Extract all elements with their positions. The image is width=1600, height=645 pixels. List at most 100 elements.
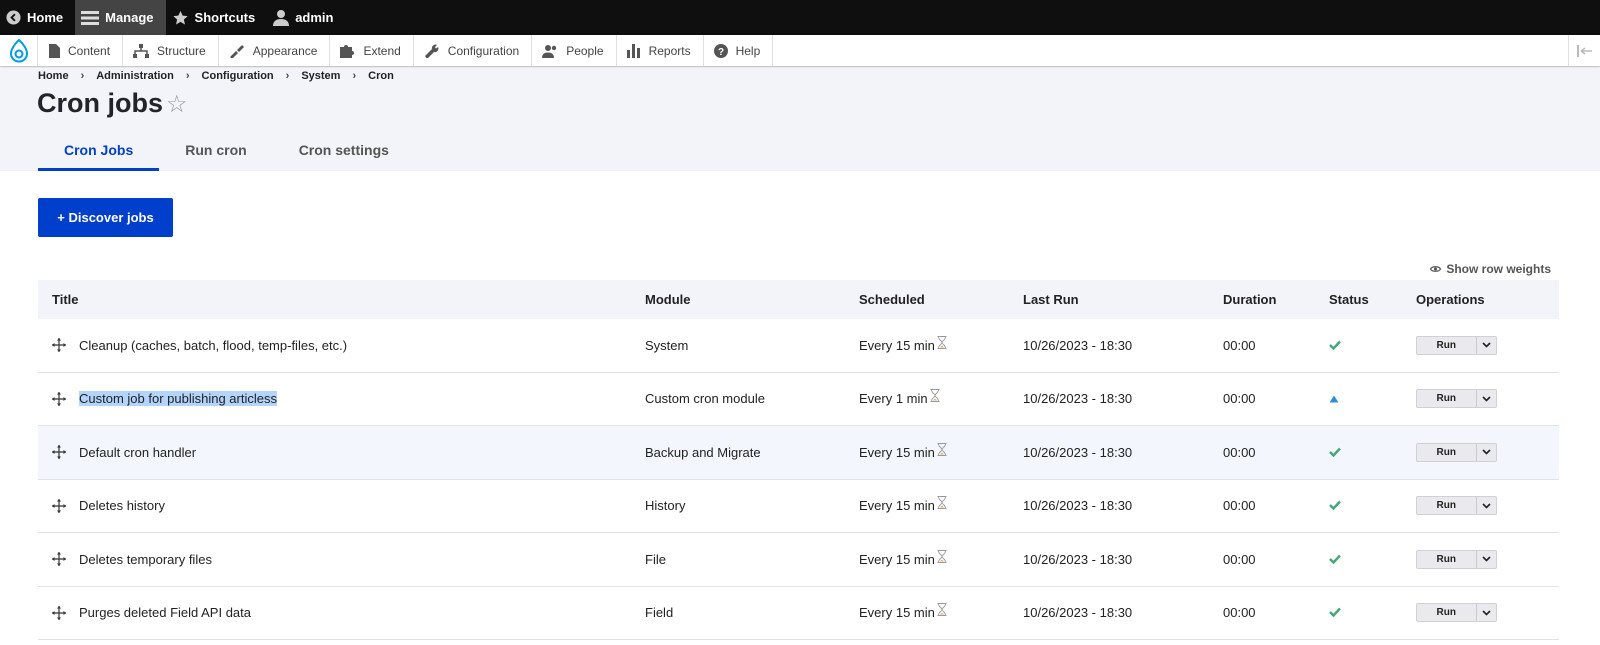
column-header-operations: Operations <box>1416 292 1485 307</box>
title-cell: Deletes history <box>52 498 165 513</box>
hourglass-icon <box>937 496 947 510</box>
triangle-up-icon <box>1329 395 1339 403</box>
drag-handle-icon[interactable] <box>52 391 66 406</box>
hourglass-icon <box>937 549 947 563</box>
tray-item-label: Extend <box>363 43 401 58</box>
tray-item-extend[interactable]: Extend <box>330 35 414 66</box>
shortcuts-link[interactable]: Shortcuts <box>166 0 268 35</box>
job-module: System <box>645 337 689 353</box>
manage-label: Manage <box>105 10 154 25</box>
job-scheduled: Every 15 min <box>859 551 935 567</box>
job-scheduled: Every 1 min <box>859 391 928 407</box>
breadcrumb-administration[interactable]: Administration <box>96 70 174 82</box>
breadcrumb-system[interactable]: System <box>301 70 340 82</box>
page-title: Cron jobs <box>37 88 163 118</box>
operations-cell: Run <box>1416 389 1497 409</box>
operations-cell: Run <box>1416 549 1497 569</box>
job-scheduled: Every 15 min <box>859 444 935 460</box>
chevron-down-icon <box>1482 342 1491 348</box>
brush-icon <box>229 44 244 58</box>
breadcrumb-configuration[interactable]: Configuration <box>202 70 274 82</box>
operations-toggle[interactable] <box>1475 550 1497 568</box>
collapse-icon <box>1576 44 1592 57</box>
scheduled-cell: Every 15 min <box>859 335 947 353</box>
tray-item-configuration[interactable]: Configuration <box>414 35 533 66</box>
tray-item-structure[interactable]: Structure <box>123 35 219 66</box>
job-module: File <box>645 551 666 567</box>
show-row-weights-label: Show row weights <box>1446 262 1551 276</box>
drupal-logo[interactable] <box>0 35 38 66</box>
help-icon: ? <box>713 43 728 58</box>
drag-handle-icon[interactable] <box>52 552 66 567</box>
job-last-run: 10/26/2023 - 18:30 <box>1023 605 1133 621</box>
user-label: admin <box>295 10 334 25</box>
operations-toggle[interactable] <box>1475 604 1497 622</box>
breadcrumb-cron[interactable]: Cron <box>368 70 394 82</box>
drag-handle-icon[interactable] <box>52 498 66 513</box>
operations-toggle[interactable] <box>1475 443 1497 461</box>
job-duration: 00:00 <box>1223 391 1256 407</box>
discover-jobs-button[interactable]: + Discover jobs <box>38 198 173 237</box>
table-row: Default cron handler Backup and Migrate … <box>38 426 1559 480</box>
drag-handle-icon[interactable] <box>52 445 66 460</box>
tray-orientation-toggle[interactable] <box>1568 35 1600 66</box>
operations-toggle[interactable] <box>1475 390 1497 408</box>
tray-item-content[interactable]: Content <box>38 35 124 66</box>
drag-handle-icon[interactable] <box>52 605 66 620</box>
breadcrumb-separator: › <box>185 70 190 82</box>
title-cell: Cleanup (caches, batch, flood, temp-file… <box>52 338 347 353</box>
tray-item-label: Content <box>68 43 111 58</box>
chevron-down-icon <box>1482 503 1491 509</box>
column-header-duration: Duration <box>1223 292 1277 307</box>
breadcrumb: Home › Administration › Configuration › … <box>38 70 394 82</box>
tray-item-label: Structure <box>157 43 206 58</box>
run-button[interactable]: Run <box>1417 444 1476 461</box>
show-row-weights-toggle[interactable]: Show row weights <box>1430 262 1551 276</box>
job-duration: 00:00 <box>1223 498 1256 514</box>
job-title[interactable]: Default cron handler <box>79 445 196 460</box>
job-title[interactable]: Custom job for publishing articless <box>79 391 277 407</box>
column-header-status: Status <box>1329 292 1369 307</box>
home-link[interactable]: Home <box>0 0 75 35</box>
run-button[interactable]: Run <box>1417 604 1476 621</box>
column-header-last-run: Last Run <box>1023 292 1079 307</box>
job-title[interactable]: Deletes temporary files <box>79 552 212 567</box>
tab-cron-jobs[interactable]: Cron Jobs <box>38 132 160 171</box>
drag-handle-icon[interactable] <box>52 338 66 353</box>
job-title[interactable]: Cleanup (caches, batch, flood, temp-file… <box>79 338 347 353</box>
run-button[interactable]: Run <box>1417 337 1476 354</box>
document-icon <box>49 43 60 58</box>
shortcuts-label: Shortcuts <box>194 10 256 25</box>
run-button[interactable]: Run <box>1417 551 1476 568</box>
run-button[interactable]: Run <box>1417 390 1476 407</box>
manage-link[interactable]: Manage <box>75 0 166 35</box>
title-cell: Deletes temporary files <box>52 552 212 567</box>
hourglass-icon <box>937 335 947 349</box>
job-last-run: 10/26/2023 - 18:30 <box>1023 391 1133 407</box>
shortcut-star-icon[interactable]: ☆ <box>166 90 188 119</box>
tray-item-label: Configuration <box>447 43 520 58</box>
job-title[interactable]: Deletes history <box>79 498 165 513</box>
run-button[interactable]: Run <box>1417 497 1476 514</box>
tab-run-cron[interactable]: Run cron <box>159 132 272 168</box>
tray-item-appearance[interactable]: Appearance <box>219 35 331 66</box>
checkmark-icon <box>1329 607 1341 618</box>
job-duration: 00:00 <box>1223 605 1256 621</box>
status-cell <box>1329 391 1339 406</box>
user-link[interactable]: admin <box>267 0 345 35</box>
tab-cron-settings[interactable]: Cron settings <box>273 132 415 168</box>
tray-item-people[interactable]: People <box>532 35 617 66</box>
table-row: Purges deleted Field API data Field Ever… <box>38 587 1559 640</box>
operations-toggle[interactable] <box>1475 336 1497 354</box>
operations-toggle[interactable] <box>1475 497 1497 515</box>
tray-item-reports[interactable]: Reports <box>617 35 704 66</box>
tray-item-help[interactable]: ? Help <box>704 35 774 66</box>
breadcrumb-separator: › <box>352 70 357 82</box>
svg-text:?: ? <box>718 47 724 58</box>
table-row: Deletes history History Every 15 min 10/… <box>38 480 1559 533</box>
job-title[interactable]: Purges deleted Field API data <box>79 605 251 620</box>
chevron-down-icon <box>1482 449 1491 455</box>
status-cell <box>1329 445 1341 460</box>
wrench-icon <box>424 44 439 58</box>
breadcrumb-home[interactable]: Home <box>38 70 69 82</box>
